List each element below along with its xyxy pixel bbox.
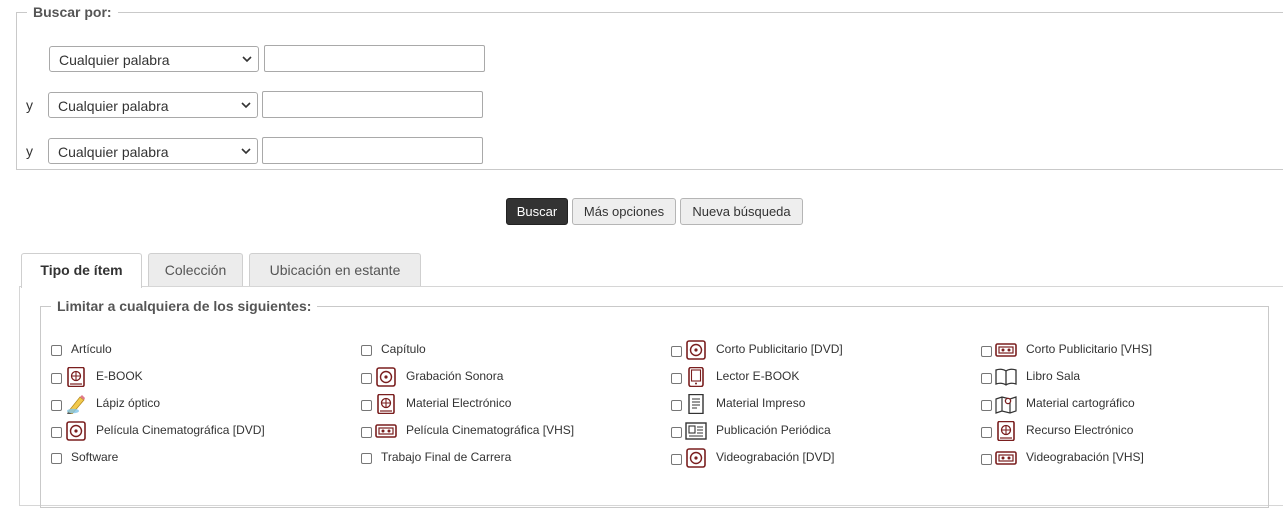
item-type-label-corto-publicitario-vhs: Corto Publicitario [VHS] [1026, 342, 1153, 356]
more-options-button[interactable]: Más opciones [572, 198, 676, 225]
item-type-checkbox-pelicula-cinematografica-vhs[interactable] [361, 427, 372, 438]
search-button[interactable]: Buscar [506, 198, 568, 225]
chevron-down-icon [241, 148, 251, 155]
item-type-checkbox-corto-publicitario-dvd[interactable] [671, 346, 682, 357]
map-icon [995, 394, 1017, 414]
limit-legend: Limitar a cualquiera de los siguientes: [57, 298, 312, 314]
item-type-checkbox-corto-publicitario-vhs[interactable] [981, 346, 992, 357]
item-type-checkbox-grabacion-sonora[interactable] [361, 373, 372, 384]
conjunction-label-3: y [26, 143, 33, 159]
item-type-label-videograbacion-vhs: Videograbación [VHS] [1026, 450, 1144, 464]
item-type-checkbox-material-cartografico[interactable] [981, 400, 992, 411]
item-type-checkbox-recurso-electronico[interactable] [981, 427, 992, 438]
search-legend: Buscar por: [33, 4, 112, 20]
chevron-down-icon [241, 102, 251, 109]
disc-icon [685, 340, 707, 360]
item-type-checkbox-publicacion-periodica[interactable] [671, 427, 682, 438]
search-field-select-3-value: Cualquier palabra [58, 144, 169, 160]
item-type-label-recurso-electronico: Recurso Electrónico [1026, 423, 1134, 437]
search-field-select-3[interactable]: Cualquier palabra [48, 138, 258, 164]
vhs-icon [375, 421, 397, 441]
item-type-label-grabacion-sonora: Grabación Sonora [406, 369, 504, 383]
item-type-label-material-electronico: Material Electrónico [406, 396, 512, 410]
search-term-input-1[interactable] [264, 45, 485, 72]
item-type-label-e-book: E-BOOK [96, 369, 143, 383]
chevron-down-icon [242, 56, 252, 63]
item-type-label-capitulo: Capítulo [381, 342, 426, 356]
item-type-checkbox-pelicula-cinematografica-dvd[interactable] [51, 427, 62, 438]
item-type-checkbox-libro-sala[interactable] [981, 373, 992, 384]
item-type-label-videograbacion-dvd: Videograbación [DVD] [716, 450, 835, 464]
item-type-label-pelicula-cinematografica-dvd: Película Cinematográfica [DVD] [96, 423, 265, 437]
item-type-label-articulo: Artículo [71, 342, 112, 356]
item-type-checkbox-articulo[interactable] [51, 345, 62, 356]
newspaper-icon [685, 421, 707, 441]
item-type-checkbox-videograbacion-dvd[interactable] [671, 454, 682, 465]
item-type-checkbox-lector-e-book[interactable] [671, 373, 682, 384]
item-type-checkbox-material-impreso[interactable] [671, 400, 682, 411]
search-field-select-1[interactable]: Cualquier palabra [49, 46, 259, 72]
globe-book-icon [995, 420, 1017, 442]
search-term-input-2[interactable] [262, 91, 483, 118]
globe-book-icon [65, 366, 87, 388]
item-type-label-trabajo-final-de-carrera: Trabajo Final de Carrera [381, 450, 512, 464]
open-book-icon [995, 367, 1017, 387]
item-type-label-libro-sala: Libro Sala [1026, 369, 1081, 383]
item-type-checkbox-material-electronico[interactable] [361, 400, 372, 411]
conjunction-label-2: y [26, 97, 33, 113]
new-search-button[interactable]: Nueva búsqueda [680, 198, 803, 225]
item-type-checkbox-capitulo[interactable] [361, 345, 372, 356]
search-field-select-1-value: Cualquier palabra [59, 52, 170, 68]
globe-book-icon [375, 393, 397, 415]
ereader-icon [685, 366, 707, 388]
item-type-checkbox-software[interactable] [51, 453, 62, 464]
item-type-checkbox-trabajo-final-de-carrera[interactable] [361, 453, 372, 464]
item-type-label-publicacion-periodica: Publicación Periódica [716, 423, 831, 437]
disc-icon [685, 448, 707, 468]
vhs-icon [995, 448, 1017, 468]
disc-icon [375, 367, 397, 387]
item-type-label-material-impreso: Material Impreso [716, 396, 806, 410]
item-type-checkbox-videograbacion-vhs[interactable] [981, 454, 992, 465]
tab-item-type[interactable]: Tipo de ítem [21, 253, 142, 288]
search-field-select-2[interactable]: Cualquier palabra [48, 92, 258, 118]
document-icon [685, 393, 707, 415]
item-type-label-corto-publicitario-dvd: Corto Publicitario [DVD] [716, 342, 843, 356]
search-field-select-2-value: Cualquier palabra [58, 98, 169, 114]
vhs-icon [995, 340, 1017, 360]
item-type-checkbox-e-book[interactable] [51, 373, 62, 384]
item-type-checkbox-lapiz-optico[interactable] [51, 400, 62, 411]
item-type-label-material-cartografico: Material cartográfico [1026, 396, 1135, 410]
item-type-label-lector-e-book: Lector E-BOOK [716, 369, 800, 383]
pencil-icon [65, 394, 87, 415]
item-type-label-lapiz-optico: Lápiz óptico [96, 396, 161, 410]
tab-shelf-location[interactable]: Ubicación en estante [249, 253, 421, 287]
search-term-input-3[interactable] [262, 137, 483, 164]
disc-icon [65, 421, 87, 441]
item-type-label-pelicula-cinematografica-vhs: Película Cinematográfica [VHS] [406, 423, 575, 437]
tab-collection[interactable]: Colección [148, 253, 243, 287]
item-type-label-software: Software [71, 450, 119, 464]
